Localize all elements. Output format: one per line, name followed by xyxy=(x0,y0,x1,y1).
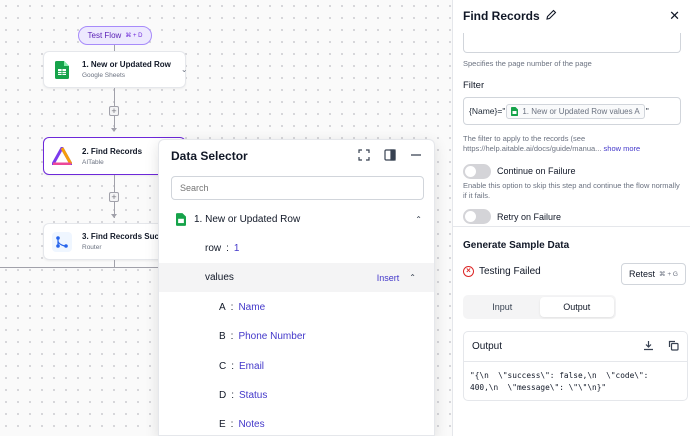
test-status: × Testing Failed xyxy=(463,266,541,277)
google-sheets-icon xyxy=(176,213,186,226)
filter-hint-text: The filter to apply to the records (see … xyxy=(463,134,602,154)
expand-icon[interactable] xyxy=(358,148,370,164)
data-row-b[interactable]: B : Phone Number xyxy=(159,322,434,351)
row-key: B xyxy=(219,331,226,342)
google-sheets-icon xyxy=(52,60,72,80)
retest-button[interactable]: Retest ⌘ + G xyxy=(621,263,686,285)
row-value: Name xyxy=(238,302,266,313)
output-line-1: "{\n \"success\": false,\n \"code\": xyxy=(470,371,649,380)
retry-on-failure-label: Retry on Failure xyxy=(497,212,562,222)
filter-chip-label: 1. New or Updated Row values A xyxy=(522,106,640,116)
row-sep: : xyxy=(226,243,229,254)
show-more-link[interactable]: show more xyxy=(604,144,641,153)
input-output-tabs: Input Output xyxy=(463,295,616,319)
arrow-down-icon xyxy=(111,128,117,132)
test-status-text: Testing Failed xyxy=(479,266,541,277)
row-key: D xyxy=(219,390,227,401)
page-input[interactable] xyxy=(463,33,681,53)
output-line-2: 400,\n \"message\": \"\"\n}" xyxy=(470,382,607,392)
data-row-c[interactable]: C : Email xyxy=(159,352,434,381)
node-subtitle: Google Sheets xyxy=(82,72,126,79)
aitable-icon xyxy=(52,146,72,166)
download-icon[interactable] xyxy=(643,340,654,354)
dock-panel-icon[interactable] xyxy=(384,148,396,164)
chevron-down-icon[interactable]: ⌄ xyxy=(181,65,188,74)
close-icon[interactable]: ✕ xyxy=(669,8,680,24)
panel-title-wrap: Find Records xyxy=(463,9,557,23)
data-selector-header: Data Selector xyxy=(159,140,434,172)
chevron-up-icon[interactable]: ⌃ xyxy=(409,273,416,282)
step-label: 1. New or Updated Row xyxy=(194,214,301,225)
step-settings-panel: Find Records ✕ Specifies the page number… xyxy=(452,0,690,436)
search-input[interactable] xyxy=(171,176,424,200)
row-value: Email xyxy=(239,361,265,372)
row-value: Notes xyxy=(238,419,265,430)
retry-on-failure-toggle[interactable] xyxy=(463,209,491,224)
output-card: Output "{\n \"success\": false,\n \"code… xyxy=(463,331,688,401)
step-row[interactable]: 1. New or Updated Row ⌃ xyxy=(159,205,434,234)
data-row-values[interactable]: values Insert ⌃ xyxy=(159,263,434,292)
filter-suffix: " xyxy=(645,106,649,116)
test-flow-shortcut: ⌘ + D xyxy=(125,33,143,39)
row-value: Phone Number xyxy=(238,331,306,342)
data-row-d[interactable]: D : Status xyxy=(159,381,434,410)
sample-data-title: Generate Sample Data xyxy=(463,240,570,251)
filter-hint: The filter to apply to the records (see … xyxy=(463,134,678,154)
filter-input[interactable]: {Name}=" 1. New or Updated Row values A … xyxy=(463,97,681,125)
continue-on-failure-label: Continue on Failure xyxy=(497,166,576,176)
output-title: Output xyxy=(472,341,503,352)
data-selector-title: Data Selector xyxy=(171,149,248,163)
copy-icon[interactable] xyxy=(668,340,679,354)
tab-output[interactable]: Output xyxy=(539,297,614,317)
retest-shortcut: ⌘ + G xyxy=(659,271,678,278)
tab-input[interactable]: Input xyxy=(465,297,540,317)
minimize-icon[interactable] xyxy=(410,149,422,164)
continue-hint: Enable this option to skip this step and… xyxy=(463,181,680,201)
row-value: 1 xyxy=(233,243,240,254)
row-sep: : xyxy=(230,419,234,430)
branch-line xyxy=(0,267,158,268)
test-flow-button[interactable]: Test Flow ⌘ + D xyxy=(78,26,152,45)
data-selector-panel: Data Selector 1. New or Updated Row ⌃ ro… xyxy=(158,139,435,436)
continue-on-failure-toggle[interactable] xyxy=(463,164,491,179)
filter-prefix: {Name}=" xyxy=(469,106,506,116)
step-node-new-or-updated-row[interactable]: 1. New or Updated Row Google Sheets ⌄ xyxy=(43,51,188,88)
row-key: A xyxy=(219,302,226,313)
row-key: C xyxy=(219,361,227,372)
node-title: 1. New or Updated Row xyxy=(82,60,171,69)
row-value: Status xyxy=(239,390,268,401)
filter-label: Filter xyxy=(463,80,485,91)
row-key: values xyxy=(205,272,234,283)
row-key: row xyxy=(205,243,222,254)
output-content: "{\n \"success\": false,\n \"code\": 400… xyxy=(464,362,687,393)
router-icon xyxy=(52,231,72,252)
resize-divider[interactable] xyxy=(453,226,690,227)
add-step-button[interactable]: + xyxy=(109,192,119,202)
error-icon: × xyxy=(463,266,474,277)
row-sep: : xyxy=(231,390,235,401)
node-subtitle: AITable xyxy=(82,158,104,166)
retest-label: Retest xyxy=(629,269,656,279)
node-title: 3. Find Records Succe xyxy=(82,232,168,241)
test-flow-label: Test Flow xyxy=(87,31,122,40)
panel-title: Find Records xyxy=(463,9,540,23)
row-key: E xyxy=(219,419,226,430)
row-sep: : xyxy=(231,361,235,372)
arrow-down-icon xyxy=(111,214,117,218)
page-hint: Specifies the page number of the page xyxy=(463,59,592,68)
data-row-a[interactable]: A : Name xyxy=(159,293,434,322)
node-subtitle: Router xyxy=(82,244,102,251)
data-row-e[interactable]: E : Notes xyxy=(159,410,434,435)
google-sheets-icon xyxy=(511,106,519,116)
row-sep: : xyxy=(230,302,234,313)
row-sep: : xyxy=(230,331,234,342)
edit-pencil-icon[interactable] xyxy=(545,9,557,23)
chevron-up-icon[interactable]: ⌃ xyxy=(415,215,422,224)
node-title: 2. Find Records xyxy=(82,146,143,156)
filter-chip[interactable]: 1. New or Updated Row values A xyxy=(506,103,645,119)
insert-button[interactable]: Insert xyxy=(377,273,400,283)
add-step-button[interactable]: + xyxy=(109,106,119,116)
data-row-row[interactable]: row : 1 xyxy=(159,234,434,263)
